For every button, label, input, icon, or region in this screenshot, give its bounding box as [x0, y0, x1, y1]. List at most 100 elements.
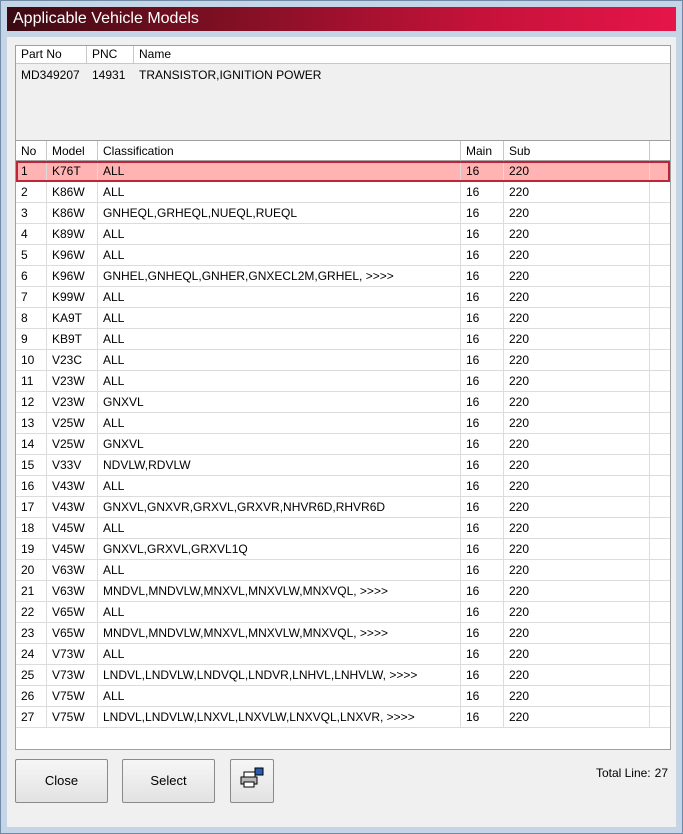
row-classification: GNXVL,GNXVR,GRXVL,GRXVR,NHVR6D,RHVR6D	[98, 497, 461, 517]
grid-rows: 1 K76T ALL 16 220 2 K86W ALL 16 220 3 K86W GNHEQL,GR…	[16, 161, 670, 728]
table-row[interactable]: 5 K96W ALL 16 220	[16, 245, 670, 266]
row-filler	[650, 581, 670, 601]
row-main: 16	[461, 455, 504, 475]
row-model: K76T	[47, 161, 98, 181]
row-no: 25	[16, 665, 47, 685]
row-model: V23W	[47, 371, 98, 391]
table-row[interactable]: 26 V75W ALL 16 220	[16, 686, 670, 707]
row-classification: GNXVL	[98, 392, 461, 412]
row-no: 1	[16, 161, 47, 181]
row-sub: 220	[504, 665, 650, 685]
row-classification: GNHEL,GNHEQL,GNHER,GNXECL2M,GRHEL, >>>>	[98, 266, 461, 286]
row-model: V63W	[47, 560, 98, 580]
sub-column-header[interactable]: Sub	[504, 141, 650, 161]
row-sub: 220	[504, 581, 650, 601]
row-model: K99W	[47, 287, 98, 307]
select-button[interactable]: Select	[122, 759, 215, 803]
row-model: V45W	[47, 539, 98, 559]
row-no: 22	[16, 602, 47, 622]
table-row[interactable]: 10 V23C ALL 16 220	[16, 350, 670, 371]
model-column-header[interactable]: Model	[47, 141, 98, 161]
row-no: 9	[16, 329, 47, 349]
table-row[interactable]: 15 V33V NDVLW,RDVLW 16 220	[16, 455, 670, 476]
print-button[interactable]	[230, 759, 274, 803]
table-row[interactable]: 12 V23W GNXVL 16 220	[16, 392, 670, 413]
row-classification: ALL	[98, 182, 461, 202]
part-name-value: TRANSISTOR,IGNITION POWER	[139, 68, 322, 82]
pnc-header[interactable]: PNC	[87, 46, 134, 64]
row-sub: 220	[504, 560, 650, 580]
row-main: 16	[461, 224, 504, 244]
table-row[interactable]: 2 K86W ALL 16 220	[16, 182, 670, 203]
table-row[interactable]: 8 KA9T ALL 16 220	[16, 308, 670, 329]
row-main: 16	[461, 602, 504, 622]
row-main: 16	[461, 308, 504, 328]
table-row[interactable]: 19 V45W GNXVL,GRXVL,GRXVL1Q 16 220	[16, 539, 670, 560]
part-no-header[interactable]: Part No	[16, 46, 87, 64]
table-row[interactable]: 14 V25W GNXVL 16 220	[16, 434, 670, 455]
row-sub: 220	[504, 623, 650, 643]
table-row[interactable]: 21 V63W MNDVL,MNDVLW,MNXVL,MNXVLW,MNXVQL, …	[16, 581, 670, 602]
row-model: V33V	[47, 455, 98, 475]
table-row[interactable]: 16 V43W ALL 16 220	[16, 476, 670, 497]
table-row[interactable]: 24 V73W ALL 16 220	[16, 644, 670, 665]
row-filler	[650, 350, 670, 370]
table-row[interactable]: 13 V25W ALL 16 220	[16, 413, 670, 434]
close-button[interactable]: Close	[15, 759, 108, 803]
row-sub: 220	[504, 287, 650, 307]
row-filler	[650, 413, 670, 433]
row-classification: ALL	[98, 476, 461, 496]
row-no: 13	[16, 413, 47, 433]
row-filler	[650, 644, 670, 664]
table-row[interactable]: 17 V43W GNXVL,GNXVR,GRXVL,GRXVR,NHVR6D,RHV…	[16, 497, 670, 518]
row-no: 19	[16, 539, 47, 559]
row-classification: GNXVL	[98, 434, 461, 454]
row-no: 23	[16, 623, 47, 643]
row-classification: ALL	[98, 161, 461, 181]
row-main: 16	[461, 686, 504, 706]
classification-column-header[interactable]: Classification	[98, 141, 461, 161]
table-row[interactable]: 25 V73W LNDVL,LNDVLW,LNDVQL,LNDVR,LNHVL,LN…	[16, 665, 670, 686]
row-sub: 220	[504, 455, 650, 475]
row-sub: 220	[504, 686, 650, 706]
table-row[interactable]: 7 K99W ALL 16 220	[16, 287, 670, 308]
row-classification: ALL	[98, 245, 461, 265]
row-classification: LNDVL,LNDVLW,LNXVL,LNXVLW,LNXVQL,LNXVR, …	[98, 707, 461, 727]
row-sub: 220	[504, 644, 650, 664]
row-filler	[650, 329, 670, 349]
name-header[interactable]: Name	[134, 46, 670, 64]
row-filler	[650, 203, 670, 223]
row-main: 16	[461, 182, 504, 202]
table-row[interactable]: 23 V65W MNDVL,MNDVLW,MNXVL,MNXVLW,MNXVQL, …	[16, 623, 670, 644]
table-row[interactable]: 11 V23W ALL 16 220	[16, 371, 670, 392]
row-model: K86W	[47, 203, 98, 223]
table-row[interactable]: 6 K96W GNHEL,GNHEQL,GNHER,GNXECL2M,GRHEL, …	[16, 266, 670, 287]
no-column-header[interactable]: No	[16, 141, 47, 161]
row-sub: 220	[504, 329, 650, 349]
table-row[interactable]: 22 V65W ALL 16 220	[16, 602, 670, 623]
row-main: 16	[461, 287, 504, 307]
row-classification: ALL	[98, 518, 461, 538]
row-filler	[650, 707, 670, 727]
table-row[interactable]: 20 V63W ALL 16 220	[16, 560, 670, 581]
row-model: K96W	[47, 245, 98, 265]
row-main: 16	[461, 161, 504, 181]
row-no: 5	[16, 245, 47, 265]
table-row[interactable]: 9 KB9T ALL 16 220	[16, 329, 670, 350]
table-row[interactable]: 1 K76T ALL 16 220	[16, 161, 670, 182]
row-sub: 220	[504, 350, 650, 370]
row-sub: 220	[504, 602, 650, 622]
table-row[interactable]: 3 K86W GNHEQL,GRHEQL,NUEQL,RUEQL 16 220	[16, 203, 670, 224]
main-column-header[interactable]: Main	[461, 141, 504, 161]
table-row[interactable]: 4 K89W ALL 16 220	[16, 224, 670, 245]
row-sub: 220	[504, 266, 650, 286]
row-filler	[650, 665, 670, 685]
table-row[interactable]: 18 V45W ALL 16 220	[16, 518, 670, 539]
row-filler	[650, 518, 670, 538]
table-row[interactable]: 27 V75W LNDVL,LNDVLW,LNXVL,LNXVLW,LNXVQL,L…	[16, 707, 670, 728]
row-classification: ALL	[98, 224, 461, 244]
row-classification: GNXVL,GRXVL,GRXVL1Q	[98, 539, 461, 559]
row-sub: 220	[504, 245, 650, 265]
row-classification: ALL	[98, 560, 461, 580]
row-classification: NDVLW,RDVLW	[98, 455, 461, 475]
